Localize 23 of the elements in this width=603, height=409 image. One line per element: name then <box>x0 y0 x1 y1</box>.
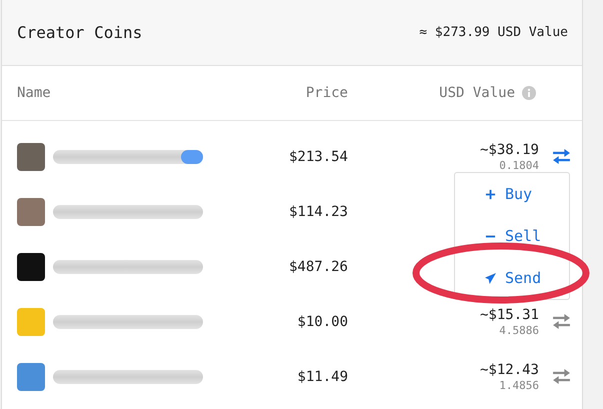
swap-arrows-icon[interactable] <box>552 314 571 329</box>
price-text: $10.00 <box>297 314 348 330</box>
price-text: $487.26 <box>288 258 348 274</box>
column-header: Price <box>306 85 348 101</box>
price-text: $11.49 <box>297 368 348 384</box>
column-header: USD Value <box>439 85 515 101</box>
price-text: $213.54 <box>288 148 348 164</box>
coin-amount: 1.4856 <box>499 378 539 392</box>
column-header: Name <box>17 85 51 101</box>
swap-arrows-icon[interactable] <box>552 369 571 384</box>
plus-icon <box>485 188 496 200</box>
menu-item[interactable]: Buy <box>455 173 569 215</box>
usd-value: ~$12.43 <box>480 362 539 378</box>
swap-arrows-icon[interactable] <box>552 149 571 164</box>
coin-amount: 0.1804 <box>499 158 539 172</box>
menu-item[interactable]: Sell <box>455 215 569 257</box>
usd-value: ~$38.19 <box>480 142 539 158</box>
send-icon <box>485 272 496 284</box>
price-text: $114.23 <box>288 204 348 220</box>
usd-value: ~$15.31 <box>480 306 539 322</box>
coin-amount: 4.5886 <box>499 324 539 336</box>
total-value: ≈ $273.99 USD Value <box>419 25 568 40</box>
card-title: Creator Coins <box>17 23 142 42</box>
